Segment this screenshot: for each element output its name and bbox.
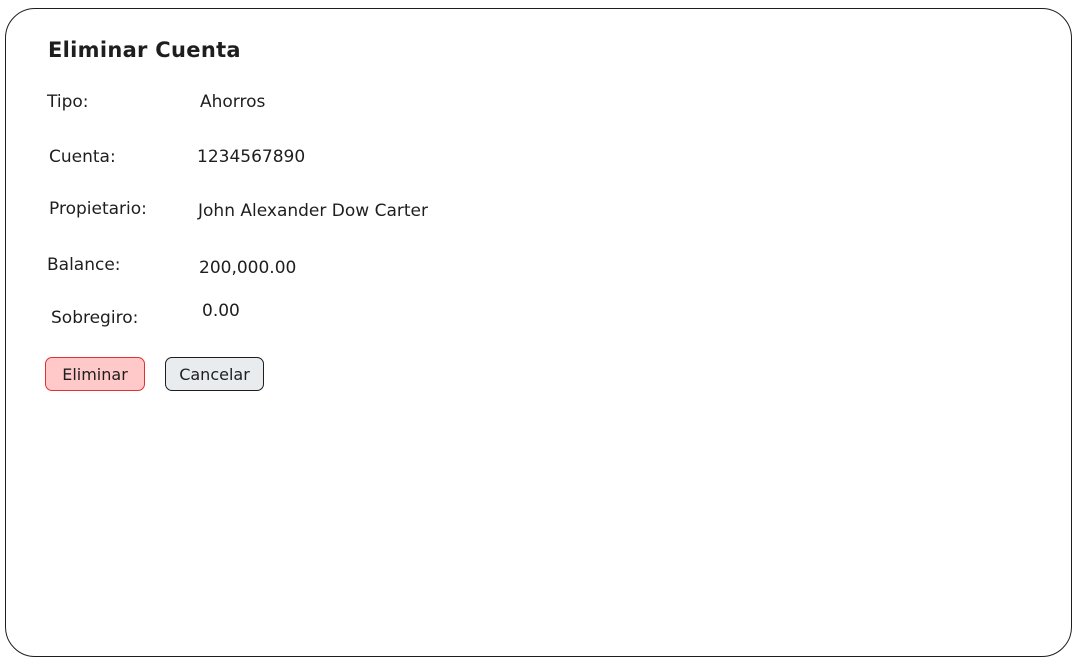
field-value-sobregiro: 0.00 <box>202 301 240 321</box>
field-label-sobregiro: Sobregiro: <box>51 308 139 328</box>
dialog-title: Eliminar Cuenta <box>48 38 241 62</box>
field-value-tipo: Ahorros <box>200 92 266 112</box>
cancel-button[interactable]: Cancelar <box>165 357 264 391</box>
field-label-balance: Balance: <box>47 255 121 275</box>
field-value-propietario: John Alexander Dow Carter <box>198 201 428 221</box>
field-value-balance: 200,000.00 <box>199 258 297 278</box>
field-label-tipo: Tipo: <box>47 92 89 112</box>
field-label-propietario: Propietario: <box>49 199 147 219</box>
field-value-cuenta: 1234567890 <box>197 147 306 167</box>
delete-button[interactable]: Eliminar <box>45 357 145 391</box>
delete-account-dialog <box>5 8 1072 657</box>
field-label-cuenta: Cuenta: <box>49 147 116 167</box>
